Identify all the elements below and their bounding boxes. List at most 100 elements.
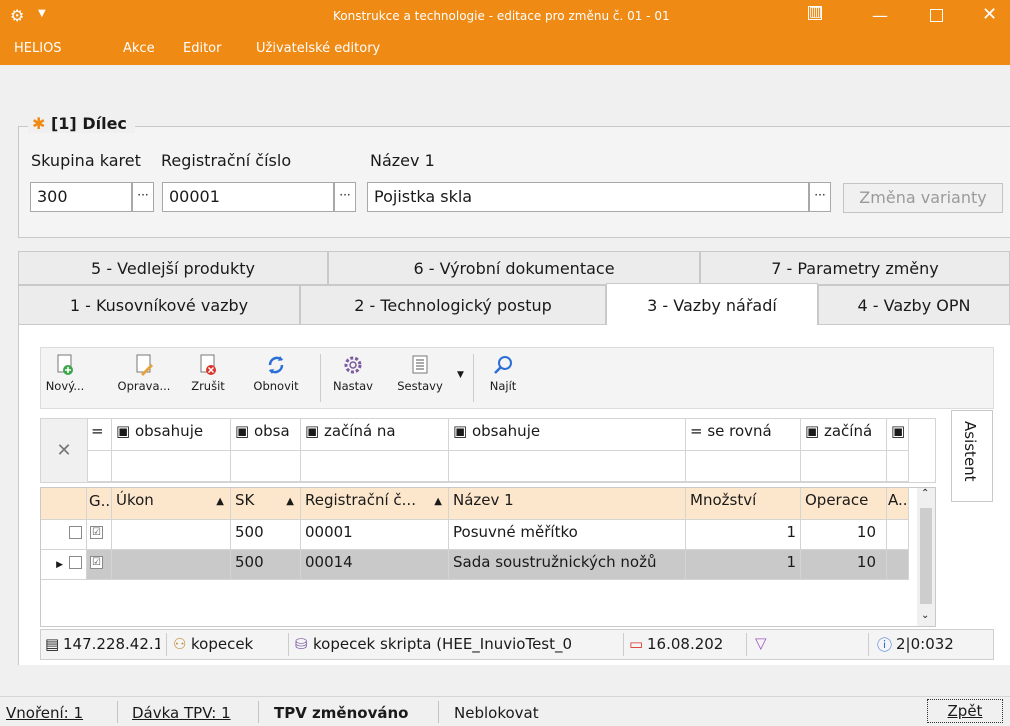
cell-ukon: [112, 550, 231, 580]
skupina-lookup-button[interactable]: ···: [132, 182, 154, 212]
minimize-icon[interactable]: —: [872, 6, 888, 25]
calendar-icon: ▭: [629, 635, 644, 653]
quick-access-dropdown-icon[interactable]: ▼: [38, 8, 46, 19]
tab-vyrobni-dokumentace[interactable]: 6 - Výrobní dokumentace: [328, 251, 700, 285]
scroll-thumb[interactable]: [920, 508, 932, 604]
user-icon: ⚇: [173, 635, 187, 653]
row-checkbox[interactable]: [69, 526, 82, 539]
reg-field[interactable]: 00001: [162, 182, 334, 212]
grid-header-sk-text: SK: [235, 491, 255, 509]
reports-dropdown-icon[interactable]: ▼: [457, 370, 464, 380]
menu-akce[interactable]: Akce: [123, 41, 155, 56]
menu-helios[interactable]: HELIOS: [14, 41, 62, 56]
refresh-button[interactable]: Obnovit: [248, 354, 304, 393]
grid-header-operace[interactable]: Operace: [801, 488, 887, 520]
tab-technologicky-postup[interactable]: 2 - Technologický postup: [300, 285, 606, 325]
sort-asc-icon: ▲: [216, 496, 224, 507]
status-vnoreni[interactable]: Vnoření: 1: [6, 704, 83, 722]
grid-header-nazev[interactable]: Název 1: [449, 488, 686, 520]
reports-button-label: Sestavy: [397, 379, 443, 393]
filter-value[interactable]: [449, 451, 686, 482]
asistent-side-tab[interactable]: Asistent: [951, 410, 993, 502]
grid-header-sk[interactable]: SK ▲: [231, 488, 301, 520]
filter-op-sk[interactable]: ▣ obsa: [231, 419, 301, 451]
filter-op-icon: ▣: [235, 422, 250, 440]
filter-op-g[interactable]: =: [87, 419, 112, 451]
filter-value[interactable]: [301, 451, 449, 482]
reg-lookup-button[interactable]: ···: [334, 182, 356, 212]
grid-header-mnozstvi[interactable]: Množství: [686, 488, 801, 520]
restore-layout-icon[interactable]: ▥: [808, 5, 822, 20]
tab-parametry-zmeny[interactable]: 7 - Parametry změny: [700, 251, 1010, 285]
grid-header-a[interactable]: A..: [887, 488, 909, 520]
row-select[interactable]: ▶: [41, 550, 87, 580]
delete-button[interactable]: Zrušit: [188, 354, 228, 393]
settings-button[interactable]: Nastav: [330, 354, 376, 393]
skupina-field[interactable]: 300: [30, 182, 132, 212]
change-variant-button[interactable]: Změna varianty: [843, 183, 1003, 213]
delete-button-label: Zrušit: [191, 379, 225, 393]
filter-op-ukon[interactable]: ▣ obsahuje: [112, 419, 231, 451]
filter-icon[interactable]: ▽: [755, 634, 767, 652]
edit-button[interactable]: Oprava...: [113, 354, 175, 393]
tab-kusovnikove-vazby[interactable]: 1 - Kusovníkové vazby: [18, 285, 300, 325]
filter-value[interactable]: [686, 451, 801, 482]
filter-op-icon: ▣: [453, 422, 468, 440]
grid-header-ukon[interactable]: Úkon ▲: [112, 488, 231, 520]
filter-op-nazev[interactable]: ▣ obsahuje: [449, 419, 686, 451]
filter-op-mnozstvi[interactable]: = se rovná: [686, 419, 801, 451]
filter-panel: ✕ = ▣ obsahuje ▣ obsa ▣ začíná na ▣ obsa…: [40, 418, 936, 483]
close-icon[interactable]: ✕: [982, 4, 997, 25]
vertical-scrollbar[interactable]: ⌃ ⌄: [917, 488, 935, 626]
filter-op-reg[interactable]: ▣ začíná na: [301, 419, 449, 451]
tab-vedlejsi-produkty[interactable]: 5 - Vedlejší produkty: [18, 251, 328, 285]
grid-header-reg-text: Registrační č...: [305, 491, 416, 509]
menu-editor[interactable]: Editor: [183, 41, 221, 56]
tab-vazby-naradi[interactable]: 3 - Vazby nářadí: [606, 283, 818, 326]
cell-sk: 500: [231, 550, 301, 580]
status-davka[interactable]: Dávka TPV: 1: [132, 704, 231, 722]
back-button[interactable]: Zpět: [927, 699, 1003, 723]
menu-uzivatelske-editory[interactable]: Uživatelské editory: [256, 41, 380, 56]
scroll-up-icon[interactable]: ⌃: [921, 488, 929, 499]
filter-value[interactable]: [887, 451, 909, 482]
info-separator: [746, 633, 747, 656]
maximize-icon[interactable]: [930, 9, 943, 22]
clear-filter-icon[interactable]: ✕: [41, 419, 88, 482]
status-separator: [117, 701, 118, 723]
toolbar-separator: [320, 354, 321, 402]
delete-doc-icon: [200, 354, 216, 375]
cell-g: ☑: [87, 550, 112, 580]
reports-button[interactable]: Sestavy: [392, 354, 448, 393]
scroll-down-icon[interactable]: ⌄: [921, 610, 929, 621]
status-bar: Vnoření: 1 Dávka TPV: 1 TPV změnováno Ne…: [0, 696, 1010, 726]
filter-op-sk-text: obsa: [253, 422, 290, 440]
filter-op-operace[interactable]: ▣ začíná: [801, 419, 887, 451]
nazev-lookup-button[interactable]: ···: [809, 182, 831, 212]
find-button[interactable]: Najít: [483, 354, 523, 393]
filter-op-a[interactable]: ▣: [887, 419, 909, 451]
app-icon[interactable]: ⚙: [10, 6, 24, 25]
cell-nazev: Sada soustružnických nožů: [449, 550, 686, 580]
tab-vazby-opn[interactable]: 4 - Vazby OPN: [818, 285, 1010, 325]
info-separator: [623, 633, 624, 656]
date-value: 16.08.202: [647, 635, 724, 653]
refresh-icon: [268, 356, 284, 374]
grid-header-reg[interactable]: Registrační č... ▲: [301, 488, 449, 520]
filter-value[interactable]: [87, 451, 112, 482]
status-separator: [258, 701, 259, 723]
row-select[interactable]: [41, 520, 87, 550]
asistent-label: Asistent: [961, 421, 979, 482]
row-checkbox[interactable]: [69, 556, 82, 569]
new-button[interactable]: Nový...: [43, 354, 87, 393]
filter-op-ukon-text: obsahuje: [134, 422, 204, 440]
grid-header-g[interactable]: G..: [87, 488, 112, 520]
filter-value[interactable]: [801, 451, 887, 482]
filter-value[interactable]: [231, 451, 301, 482]
nazev-field[interactable]: Pojistka skla: [367, 182, 809, 212]
cell-reg: 00001: [301, 520, 449, 550]
status-neblokovat[interactable]: Neblokovat: [454, 704, 539, 722]
database-icon: ⛁: [295, 635, 308, 653]
filter-value[interactable]: [112, 451, 231, 482]
cell-g-check: ☑: [90, 526, 103, 539]
